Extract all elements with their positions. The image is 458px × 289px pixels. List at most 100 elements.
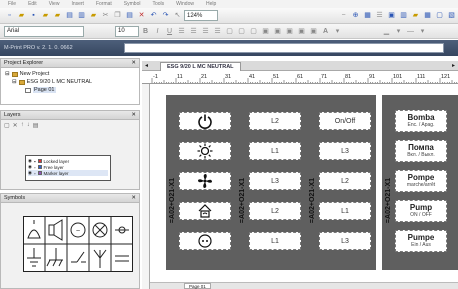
drawing-canvas[interactable]: =A02+O21-X1 =A02+O21-X1 L2 L1 L3 L2 L1 =… [150,84,458,282]
layer-row-marker[interactable]: ◉ ▫ Marker layer [28,170,108,176]
tree-item-device[interactable]: ⊟ ESG 9/20 L MC NEUTRAL [5,78,135,86]
lock-icon[interactable]: ▪ [34,159,36,164]
snap-icon[interactable]: ▦ [422,10,433,21]
close-icon[interactable]: ✕ [131,60,136,66]
frame2-icon[interactable]: ▣ [272,26,283,37]
align-left-icon[interactable]: ☰ [176,26,187,37]
command-input[interactable] [124,43,444,53]
folder-save-icon[interactable]: ▰ [52,10,63,21]
redo-icon[interactable]: ↷ [160,10,171,21]
symbol-grid[interactable]: ~ [23,216,133,272]
menu-edit[interactable]: Edit [28,1,37,7]
new-layer-icon[interactable]: ▢ [4,122,10,129]
close-icon[interactable]: ✕ [131,195,136,201]
label-cell[interactable] [179,232,231,250]
line-style-icon[interactable]: ▁ [381,26,392,37]
label-strip[interactable]: =A02+O21-X1 On/Off L3 L2 L1 L3 [306,95,376,270]
label-cell[interactable] [179,142,231,160]
export-icon[interactable]: ▰ [88,10,99,21]
layout-icon[interactable]: ▥ [398,10,409,21]
label-cell[interactable]: Pompe marche/arrêt [395,170,447,192]
dropdown-icon[interactable]: ▾ [332,26,343,37]
frame5-icon[interactable]: ▣ [308,26,319,37]
label-strip[interactable]: =A02+O21-X1 L2 L1 L3 L2 L1 [236,95,306,270]
lock-icon[interactable]: ▰ [410,10,421,21]
zoom-select[interactable]: 124% [184,10,218,21]
label-cell[interactable]: L1 [249,142,301,160]
label-cell[interactable]: Pump ON / OFF [395,200,447,222]
align-icon[interactable]: ☰ [374,10,385,21]
delete-layer-icon[interactable]: ✕ [13,122,18,129]
save-icon[interactable]: ▪ [28,10,39,21]
grid-icon[interactable]: ▦ [362,10,373,21]
open-folder-icon[interactable]: ▰ [16,10,27,21]
copy-icon[interactable]: ❐ [112,10,123,21]
italic-icon[interactable]: I [152,26,163,37]
label-cell[interactable]: Bomba Enc. / Apag. [395,110,447,132]
menu-view[interactable]: View [49,1,60,7]
collapse-icon[interactable]: ⊟ [5,71,10,77]
box-icon[interactable]: ▢ [224,26,235,37]
move-down-icon[interactable]: ↓ [27,122,30,128]
text-color-icon[interactable]: A [320,26,331,37]
delete-icon[interactable]: ✕ [136,10,147,21]
underline-icon[interactable]: U [164,26,175,37]
horizontal-scrollbar[interactable]: Page 01 [150,282,458,289]
lock-icon[interactable]: ▫ [34,171,36,176]
window-icon[interactable]: ▢ [434,10,445,21]
frame4-icon[interactable]: ▣ [296,26,307,37]
table-icon[interactable]: ▣ [386,10,397,21]
new-document-icon[interactable]: ▫ [4,10,15,21]
menu-format[interactable]: Format [96,1,112,7]
frame3-icon[interactable]: ▣ [284,26,295,37]
tab-document[interactable]: ESG 9/20 L MC NEUTRAL [160,62,241,71]
label-cell[interactable]: Помпа Вкл. / Выкл. [395,140,447,162]
print-preview-icon[interactable]: ▥ [76,10,87,21]
label-cell[interactable] [179,172,231,190]
properties-icon[interactable]: ▤ [33,122,39,129]
line-color-icon[interactable]: ▾ [393,26,404,37]
menu-tools[interactable]: Tools [152,1,164,7]
align-center-icon[interactable]: ☰ [188,26,199,37]
lock-icon[interactable]: ▫ [34,165,36,170]
frame-icon[interactable]: ▣ [260,26,271,37]
picture-icon[interactable]: ▧ [446,10,457,21]
tab-scroll-right-icon[interactable]: ▸ [452,62,455,69]
label-cell[interactable]: L3 [319,142,371,160]
collapse-icon[interactable]: ⊟ [12,79,17,85]
label-cell[interactable]: On/Off [319,112,371,130]
label-strip[interactable]: =A02+O21-X1 Bomba Enc. / Apag. Помпа Вкл… [382,95,458,270]
label-cell[interactable]: L2 [319,172,371,190]
cut-icon[interactable]: ✂ [100,10,111,21]
label-cell[interactable]: L1 [319,202,371,220]
label-cell[interactable] [179,112,231,130]
menu-symbol[interactable]: Symbol [124,1,141,7]
cursor-icon[interactable]: ↖ [172,10,183,21]
label-cell[interactable]: L1 [249,232,301,250]
visibility-icon[interactable]: ◉ [28,170,32,176]
justify-icon[interactable]: ☰ [212,26,223,37]
print-icon[interactable]: ▤ [64,10,75,21]
menu-window[interactable]: Window [176,1,194,7]
tab-scroll-left-icon[interactable]: ◂ [145,62,148,69]
page-tab[interactable]: Page 01 [184,283,211,289]
tree-item-page[interactable]: Page 01 [5,86,135,94]
dash-dropdown-icon[interactable]: ▾ [417,26,428,37]
close-icon[interactable]: ✕ [131,112,136,118]
label-strip[interactable]: =A02+O21-X1 [166,95,236,270]
label-cell[interactable]: L3 [319,232,371,250]
label-cell[interactable]: L2 [249,202,301,220]
menu-file[interactable]: File [8,1,16,7]
paste-icon[interactable]: ▤ [124,10,135,21]
label-cell[interactable]: L3 [249,172,301,190]
zoom-out-icon[interactable]: − [338,10,349,21]
box2-icon[interactable]: ▢ [236,26,247,37]
label-cell[interactable]: Pumpe Ein / Aus [395,230,447,252]
label-cell[interactable] [179,202,231,220]
menu-insert[interactable]: Insert [71,1,84,7]
font-select[interactable]: Arial [4,25,84,37]
undo-icon[interactable]: ↶ [148,10,159,21]
align-right-icon[interactable]: ☰ [200,26,211,37]
tree-item-project[interactable]: ⊟ New Project [5,70,135,78]
box3-icon[interactable]: ▢ [248,26,259,37]
